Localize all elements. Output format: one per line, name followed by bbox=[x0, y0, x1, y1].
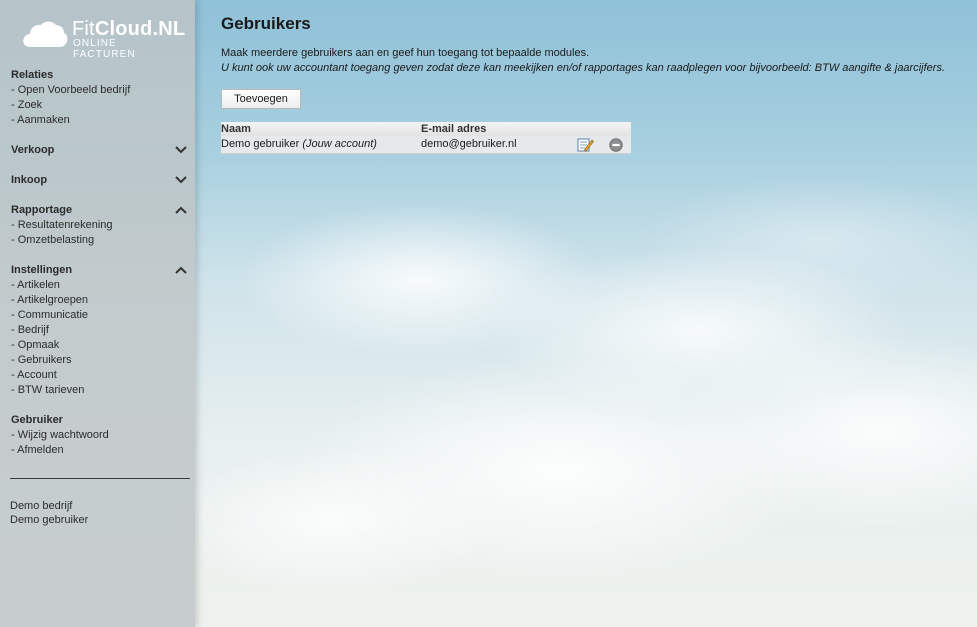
intro-text-accountant: U kunt ook uw accountant toegang geven z… bbox=[221, 62, 945, 74]
chevron-up-icon[interactable] bbox=[175, 265, 187, 275]
user-name: Demo gebruiker bbox=[221, 138, 300, 150]
nav-section-instellingen: Instellingen - Artikelen - Artikelgroepe… bbox=[11, 263, 191, 398]
intro-text: Maak meerdere gebruikers aan en geef hun… bbox=[221, 47, 590, 59]
nav-section-relaties: Relaties - Open Voorbeeld bedrijf - Zoek… bbox=[11, 68, 191, 128]
chevron-down-icon[interactable] bbox=[175, 175, 187, 185]
nav-heading-gebruiker: Gebruiker bbox=[11, 413, 191, 428]
nav-heading-label: Gebruiker bbox=[11, 414, 63, 426]
column-header-email: E-mail adres bbox=[421, 123, 487, 135]
nav-section-gebruiker: Gebruiker - Wijzig wachtwoord - Afmelden bbox=[11, 413, 191, 458]
nav-item-artikelen[interactable]: - Artikelen bbox=[11, 278, 191, 293]
nav-section-inkoop: Inkoop bbox=[11, 173, 191, 188]
column-header-name: Naam bbox=[221, 123, 251, 135]
nav-item-bedrijf[interactable]: - Bedrijf bbox=[11, 323, 191, 338]
delete-icon[interactable] bbox=[609, 138, 623, 152]
nav-section-rapportage: Rapportage - Resultatenrekening - Omzetb… bbox=[11, 203, 191, 248]
current-company: Demo bedrijf bbox=[10, 500, 73, 512]
nav-item-opmaak[interactable]: - Opmaak bbox=[11, 338, 191, 353]
current-user: Demo gebruiker bbox=[10, 514, 89, 526]
nav-item-account[interactable]: - Account bbox=[11, 368, 191, 383]
logo-brand-part1: Fit bbox=[72, 18, 95, 40]
nav-item-aanmaken[interactable]: - Aanmaken bbox=[11, 113, 191, 128]
users-table: Naam E-mail adres Demo gebruiker (Jouw a… bbox=[221, 122, 631, 154]
nav-item-btw-tarieven[interactable]: - BTW tarieven bbox=[11, 383, 191, 398]
nav-item-omzetbelasting[interactable]: - Omzetbelasting bbox=[11, 233, 191, 248]
user-name-note: (Jouw account) bbox=[302, 138, 377, 150]
nav-heading-label: Verkoop bbox=[11, 144, 55, 156]
page-title: Gebruikers bbox=[221, 14, 311, 33]
nav-item-afmelden[interactable]: - Afmelden bbox=[11, 443, 191, 458]
logo[interactable]: FitCloud.NL ONLINE FACTUREN bbox=[22, 18, 186, 60]
nav-heading-rapportage[interactable]: Rapportage bbox=[11, 203, 191, 218]
sidebar: FitCloud.NL ONLINE FACTUREN Relaties - O… bbox=[0, 0, 195, 627]
nav-heading-label: Rapportage bbox=[11, 204, 73, 216]
chevron-down-icon[interactable] bbox=[175, 145, 187, 155]
nav-heading-inkoop[interactable]: Inkoop bbox=[11, 173, 191, 188]
nav-heading-label: Inkoop bbox=[11, 174, 48, 186]
nav-heading-instellingen[interactable]: Instellingen bbox=[11, 263, 191, 278]
nav-item-wijzig-wachtwoord[interactable]: - Wijzig wachtwoord bbox=[11, 428, 191, 443]
logo-tagline: ONLINE FACTUREN bbox=[73, 38, 136, 60]
nav-heading-relaties[interactable]: Relaties bbox=[11, 68, 191, 83]
nav-section-verkoop: Verkoop bbox=[11, 143, 191, 158]
edit-icon[interactable] bbox=[577, 137, 594, 152]
user-name-cell: Demo gebruiker (Jouw account) bbox=[221, 136, 377, 153]
nav-item-gebruikers[interactable]: - Gebruikers bbox=[11, 353, 191, 368]
nav-item-resultatenrekening[interactable]: - Resultatenrekening bbox=[11, 218, 191, 233]
add-user-button[interactable]: Toevoegen bbox=[221, 89, 301, 109]
table-row: Demo gebruiker (Jouw account) demo@gebru… bbox=[221, 136, 631, 154]
user-email: demo@gebruiker.nl bbox=[421, 138, 517, 150]
cloud-logo-icon bbox=[23, 21, 68, 47]
nav-item-open-voorbeeld-bedrijf[interactable]: - Open Voorbeeld bedrijf bbox=[11, 83, 191, 98]
nav-heading-label: Instellingen bbox=[11, 264, 73, 276]
logo-brand-part2: Cloud.NL bbox=[94, 18, 186, 40]
table-header: Naam E-mail adres bbox=[221, 122, 631, 136]
nav-item-zoek[interactable]: - Zoek bbox=[11, 98, 191, 113]
sidebar-divider bbox=[10, 478, 190, 479]
nav-item-communicatie[interactable]: - Communicatie bbox=[11, 308, 191, 323]
nav-heading-verkoop[interactable]: Verkoop bbox=[11, 143, 191, 158]
nav-item-artikelgroepen[interactable]: - Artikelgroepen bbox=[11, 293, 191, 308]
nav-heading-label: Relaties bbox=[11, 69, 54, 81]
chevron-up-icon[interactable] bbox=[175, 205, 187, 215]
